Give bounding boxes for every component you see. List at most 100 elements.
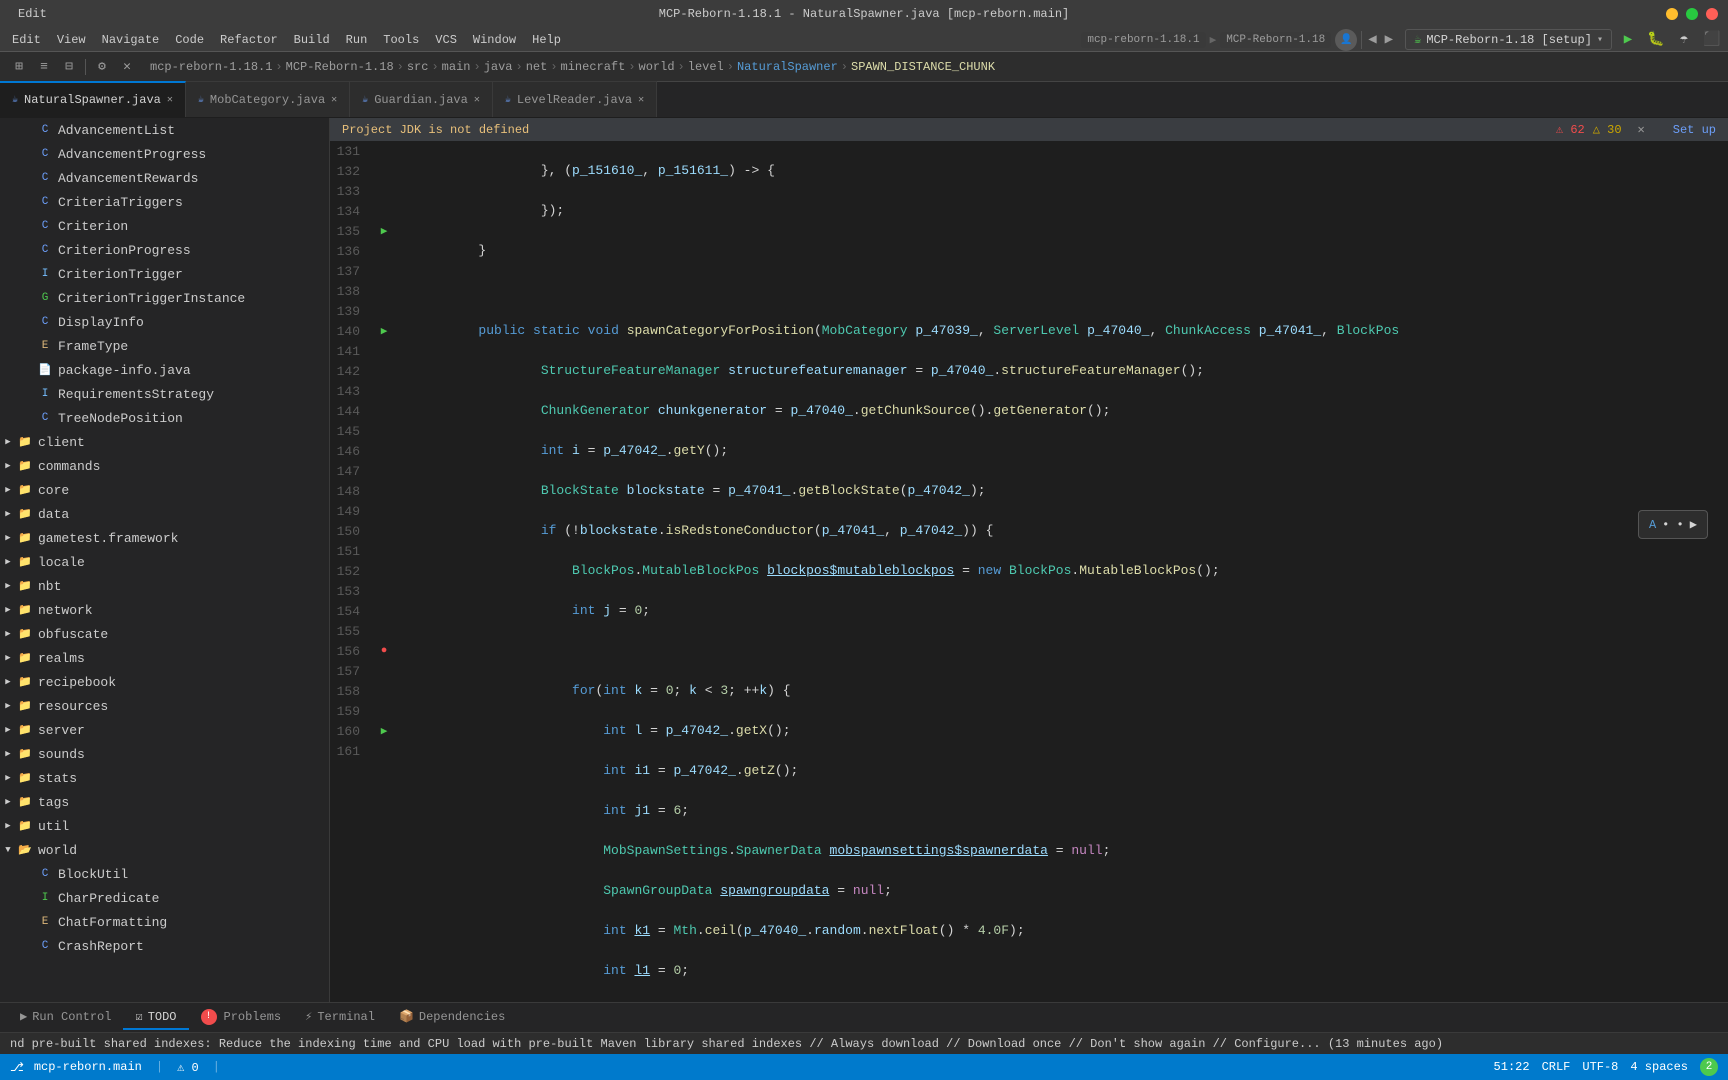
menu-tools[interactable]: Tools <box>375 31 427 49</box>
breadcrumb-module[interactable]: MCP-Reborn-1.18 <box>286 60 394 74</box>
bottom-todo[interactable]: ☑ TODO <box>123 1005 188 1030</box>
sidebar-item-sounds[interactable]: ▶ 📁 sounds <box>0 742 329 766</box>
code-area[interactable]: 131 132 133 <box>330 141 1728 1002</box>
sidebar-item-criterion[interactable]: C Criterion <box>0 214 329 238</box>
navigate-back-button[interactable]: ◀ <box>1366 29 1378 50</box>
close-button[interactable] <box>1706 8 1718 20</box>
sidebar-item-criterion-progress[interactable]: C CriterionProgress <box>0 238 329 262</box>
sidebar-item-locale[interactable]: ▶ 📁 locale <box>0 550 329 574</box>
sidebar-item-chat-formatting[interactable]: E ChatFormatting <box>0 910 329 934</box>
sidebar-item-tree-node-position[interactable]: C TreeNodePosition <box>0 406 329 430</box>
sidebar-item-data[interactable]: ▶ 📁 data <box>0 502 329 526</box>
run-config-selector[interactable]: ☕ MCP-Reborn-1.18 [setup] ▾ <box>1405 29 1612 50</box>
sidebar-item-util[interactable]: ▶ 📁 util <box>0 814 329 838</box>
bottom-dependencies[interactable]: 📦 Dependencies <box>387 1005 517 1030</box>
sidebar-item-crash-report[interactable]: C CrashReport <box>0 934 329 958</box>
menu-refactor[interactable]: Refactor <box>212 31 286 49</box>
breadcrumb-main[interactable]: main <box>442 60 471 74</box>
sidebar-item-frame-type[interactable]: E FrameType <box>0 334 329 358</box>
menu-navigate[interactable]: Navigate <box>94 31 168 49</box>
tab-close-natural-spawner[interactable]: ✕ <box>167 94 173 106</box>
breadcrumb-net[interactable]: net <box>526 60 548 74</box>
breadcrumb-world[interactable]: world <box>639 60 675 74</box>
breadcrumb-minecraft[interactable]: minecraft <box>561 60 626 74</box>
expand-all-button[interactable]: ⊟ <box>58 56 80 78</box>
settings-button[interactable]: ⚙ <box>91 56 113 78</box>
sidebar-item-criterion-trigger[interactable]: I CriterionTrigger <box>0 262 329 286</box>
breadcrumb-project[interactable]: mcp-reborn-1.18.1 <box>150 60 272 74</box>
close-panel-button[interactable]: ✕ <box>116 56 138 78</box>
navigate-forward-button[interactable]: ▶ <box>1383 29 1395 50</box>
menu-code[interactable]: Code <box>167 31 212 49</box>
collapse-all-button[interactable]: ≡ <box>33 56 55 78</box>
breadcrumb-java[interactable]: java <box>484 60 513 74</box>
collapsed-arrow: ▶ <box>0 554 16 570</box>
sidebar-item-nbt[interactable]: ▶ 📁 nbt <box>0 574 329 598</box>
tab-level-reader[interactable]: ☕ LevelReader.java ✕ <box>493 81 657 117</box>
sidebar-item-client[interactable]: ▶ 📁 client <box>0 430 329 454</box>
coverage-button[interactable]: ☂ <box>1672 28 1696 52</box>
tab-mob-category[interactable]: ☕ MobCategory.java ✕ <box>186 81 350 117</box>
status-charset[interactable]: UTF-8 <box>1582 1060 1618 1074</box>
sidebar-item-realms[interactable]: ▶ 📁 realms <box>0 646 329 670</box>
menu-help[interactable]: Help <box>524 31 569 49</box>
tab-close-mob-category[interactable]: ✕ <box>331 94 337 106</box>
sidebar-item-resources[interactable]: ▶ 📁 resources <box>0 694 329 718</box>
module-selector[interactable]: MCP-Reborn-1.18 <box>1220 32 1331 48</box>
breadcrumb-src[interactable]: src <box>407 60 429 74</box>
status-line-col[interactable]: 51:22 <box>1494 1060 1530 1074</box>
sidebar-item-recipebook[interactable]: ▶ 📁 recipebook <box>0 670 329 694</box>
breadcrumb-class[interactable]: NaturalSpawner <box>737 60 838 74</box>
sidebar-item-obfuscate[interactable]: ▶ 📁 obfuscate <box>0 622 329 646</box>
app-menu-edit[interactable]: Edit <box>10 5 55 23</box>
tab-close-level-reader[interactable]: ✕ <box>638 94 644 106</box>
setup-link[interactable]: Set up <box>1673 123 1716 137</box>
bottom-problems[interactable]: ! Problems <box>189 1005 294 1031</box>
sidebar-item-advancement-progress[interactable]: C AdvancementProgress <box>0 142 329 166</box>
toolbar-layout-icon[interactable]: ⊞ <box>8 56 30 78</box>
tab-close-guardian[interactable]: ✕ <box>474 94 480 106</box>
sidebar-label: ChatFormatting <box>58 915 167 930</box>
sidebar-item-commands[interactable]: ▶ 📁 commands <box>0 454 329 478</box>
sidebar-item-world[interactable]: ▼ 📂 world <box>0 838 329 862</box>
sidebar-item-network[interactable]: ▶ 📁 network <box>0 598 329 622</box>
profile-button[interactable]: 👤 <box>1335 29 1357 51</box>
run-button[interactable]: ▶ <box>1616 28 1640 52</box>
bottom-run-control[interactable]: ▶ Run Control <box>8 1005 123 1030</box>
sidebar-item-criteria-triggers[interactable]: C CriteriaTriggers <box>0 190 329 214</box>
code-text-area[interactable]: }, (p_151610_, p_151611_) -> { }); } pub… <box>410 141 1728 1002</box>
ai-suggestion-overlay[interactable]: A • • ▶ <box>1638 510 1708 539</box>
minimize-button[interactable] <box>1666 8 1678 20</box>
tab-guardian[interactable]: ☕ Guardian.java ✕ <box>350 81 493 117</box>
menu-edit[interactable]: Edit <box>4 31 49 49</box>
sidebar-item-requirements-strategy[interactable]: I RequirementsStrategy <box>0 382 329 406</box>
breadcrumb-symbol[interactable]: SPAWN_DISTANCE_CHUNK <box>851 60 995 74</box>
sidebar-item-core[interactable]: ▶ 📁 core <box>0 478 329 502</box>
sidebar-item-tags[interactable]: ▶ 📁 tags <box>0 790 329 814</box>
sidebar-item-advancement-list[interactable]: C AdvancementList <box>0 118 329 142</box>
stop-button[interactable]: ⬛ <box>1700 28 1724 52</box>
menu-build[interactable]: Build <box>286 31 338 49</box>
sidebar-item-criterion-trigger-instance[interactable]: G CriterionTriggerInstance <box>0 286 329 310</box>
sidebar-item-stats[interactable]: ▶ 📁 stats <box>0 766 329 790</box>
sidebar-item-char-predicate[interactable]: I CharPredicate <box>0 886 329 910</box>
tab-natural-spawner[interactable]: ☕ NaturalSpawner.java ✕ <box>0 81 186 117</box>
menu-view[interactable]: View <box>49 31 94 49</box>
debug-button[interactable]: 🐛 <box>1644 28 1668 52</box>
maximize-button[interactable] <box>1686 8 1698 20</box>
sidebar-item-display-info[interactable]: C DisplayInfo <box>0 310 329 334</box>
close-notification-icon[interactable]: ✕ <box>1638 122 1645 137</box>
sidebar-item-block-util[interactable]: C BlockUtil <box>0 862 329 886</box>
bottom-terminal[interactable]: ⚡ Terminal <box>293 1005 387 1030</box>
sidebar-item-advancement-rewards[interactable]: C AdvancementRewards <box>0 166 329 190</box>
menu-vcs[interactable]: VCS <box>427 31 465 49</box>
code-scroll[interactable]: 131 132 133 <box>330 141 1728 1002</box>
status-line-ending[interactable]: CRLF <box>1542 1060 1571 1074</box>
menu-window[interactable]: Window <box>465 31 524 49</box>
sidebar-item-gametest[interactable]: ▶ 📁 gametest.framework <box>0 526 329 550</box>
menu-run[interactable]: Run <box>338 31 376 49</box>
breadcrumb-level[interactable]: level <box>688 60 724 74</box>
project-selector[interactable]: mcp-reborn-1.18.1 <box>1081 32 1205 48</box>
sidebar-item-server[interactable]: ▶ 📁 server <box>0 718 329 742</box>
sidebar-item-package-info[interactable]: 📄 package-info.java <box>0 358 329 382</box>
